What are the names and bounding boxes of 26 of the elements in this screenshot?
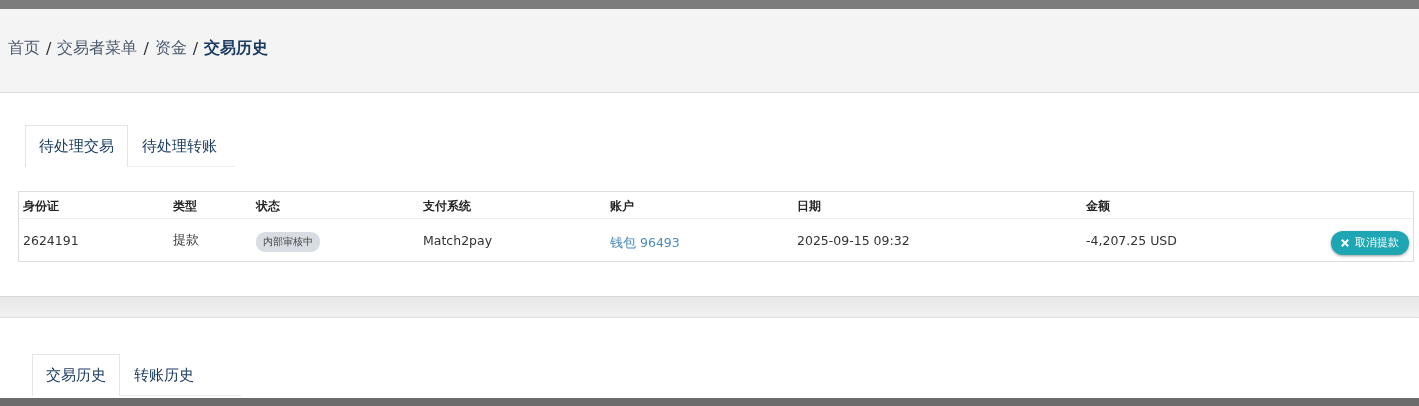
column-header: 日期	[793, 192, 1082, 219]
tab[interactable]: 交易历史	[32, 354, 120, 396]
column-header: 身份证	[19, 192, 169, 219]
tab[interactable]: 待处理转账	[128, 125, 231, 166]
breadcrumb-separator: /	[46, 39, 52, 58]
breadcrumb-current: 交易历史	[204, 38, 269, 59]
tab[interactable]: 转账历史	[120, 354, 208, 395]
breadcrumb-separator: /	[192, 39, 199, 58]
breadcrumb-link[interactable]: 交易者菜单	[57, 38, 138, 59]
column-header: 支付系统	[419, 192, 606, 219]
table-cell: -4,207.25 USD	[1086, 232, 1177, 248]
table-cell: 2025-09-15 09:32	[797, 232, 910, 248]
close-icon	[1341, 239, 1349, 247]
breadcrumb-separator: /	[143, 39, 149, 58]
table-cell: Match2pay	[423, 232, 493, 248]
column-header: 状态	[252, 192, 419, 219]
table-cell: 2624191	[23, 232, 79, 248]
column-header: 账户	[606, 192, 793, 219]
status-badge: 内部审核中	[256, 232, 320, 252]
breadcrumb-link[interactable]: 首页	[8, 38, 40, 59]
table-cell: 提款	[173, 231, 199, 249]
breadcrumb-link[interactable]: 资金	[154, 38, 187, 59]
tab[interactable]: 待处理交易	[25, 125, 128, 167]
account-link[interactable]: 钱包 96493	[610, 234, 680, 252]
column-header: 类型	[169, 192, 252, 219]
column-header: 金额	[1082, 192, 1327, 219]
